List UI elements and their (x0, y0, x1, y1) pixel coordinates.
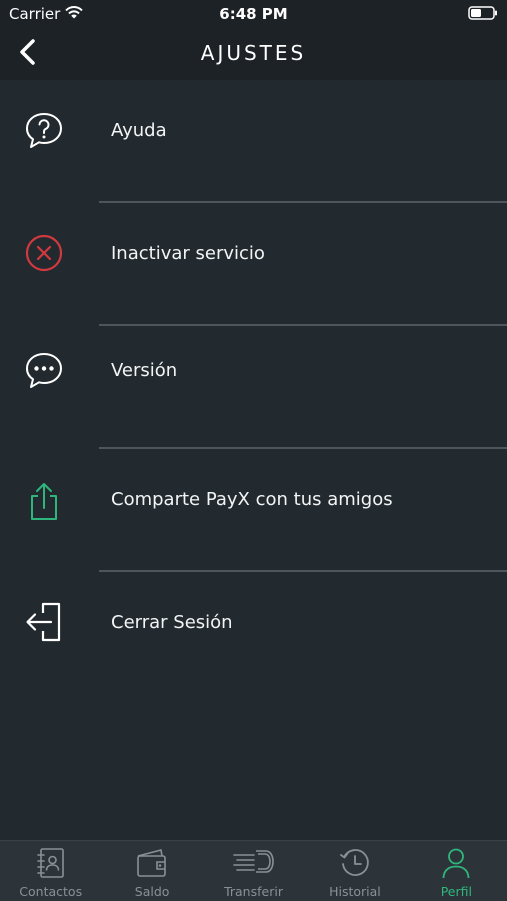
navigation-bar: AJUSTES (0, 28, 507, 80)
tab-label: Saldo (134, 884, 170, 899)
logout-icon (22, 600, 66, 644)
menu-item-inactivar-servicio[interactable]: Inactivar servicio (0, 203, 507, 326)
transfer-icon (203, 847, 304, 879)
status-bar: Carrier 6:48 PM (0, 0, 507, 28)
menu-item-comparte[interactable]: Comparte PayX con tus amigos (0, 449, 507, 572)
menu-item-label: Versión (111, 360, 178, 381)
menu-item-label: Inactivar servicio (111, 243, 265, 264)
cancel-circle-icon (22, 231, 66, 275)
tab-label: Transferir (224, 884, 283, 899)
wallet-icon (101, 847, 202, 879)
tab-historial[interactable]: Historial (304, 841, 405, 901)
contacts-book-icon (0, 847, 101, 879)
tab-contactos[interactable]: Contactos (0, 841, 101, 901)
tab-label: Perfil (440, 884, 472, 899)
page-title: AJUSTES (200, 41, 307, 65)
tab-transferir[interactable]: Transferir (203, 841, 304, 901)
menu-item-version[interactable]: Versión (0, 326, 507, 449)
help-bubble-icon (22, 108, 66, 152)
tab-label: Contactos (19, 884, 83, 899)
clock: 6:48 PM (219, 5, 288, 23)
tab-label: Historial (329, 884, 381, 899)
tab-saldo[interactable]: Saldo (101, 841, 202, 901)
history-clock-icon (304, 847, 405, 879)
menu-item-label: Comparte PayX con tus amigos (111, 489, 393, 510)
chat-bubble-icon (22, 348, 66, 392)
menu-item-label: Ayuda (111, 120, 167, 141)
menu-item-label: Cerrar Sesión (111, 612, 233, 633)
share-icon (22, 479, 66, 523)
menu-item-ayuda[interactable]: Ayuda (0, 80, 507, 203)
tab-perfil[interactable]: Perfil (406, 841, 507, 901)
menu-item-cerrar-sesion[interactable]: Cerrar Sesión (0, 572, 507, 695)
profile-person-icon (406, 847, 507, 879)
battery-icon (468, 6, 498, 24)
tab-bar: Contactos Saldo Transferir Historial Per… (0, 840, 507, 901)
settings-menu: Ayuda Inactivar servicio Versión Compart… (0, 80, 507, 695)
